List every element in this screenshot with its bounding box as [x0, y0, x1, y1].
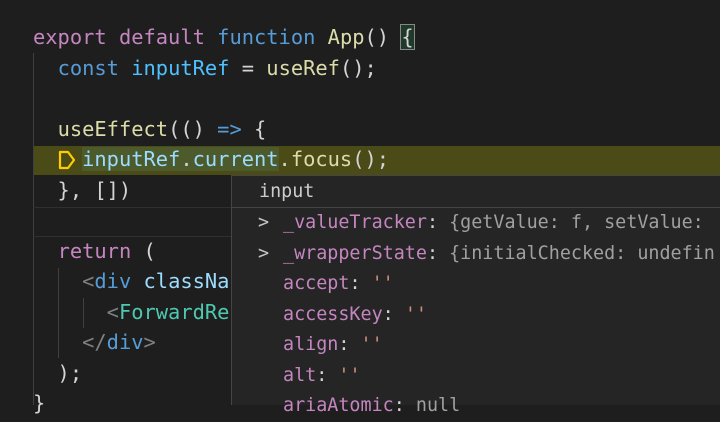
code-token: return	[57, 238, 132, 263]
code-token: export	[33, 25, 107, 49]
separator: :	[382, 303, 405, 325]
property-key: accept	[283, 273, 350, 294]
code-token: ();	[339, 55, 377, 80]
breakpoint-arrow-icon	[58, 150, 76, 170]
code-token: inputRef	[82, 147, 181, 171]
property-value: {getValue: f, setValue:	[449, 212, 715, 233]
property-key: _wrapperState	[283, 242, 427, 264]
separator: :	[349, 273, 372, 294]
code-token: App	[327, 25, 365, 49]
code-token: <	[82, 269, 95, 293]
code-token: (()	[168, 116, 218, 141]
code-token: </	[82, 330, 107, 354]
code-token: const	[57, 55, 119, 80]
code-line[interactable]: inputRef.current.focus();	[33, 144, 389, 174]
code-token: ();	[352, 147, 390, 171]
code-token: ()	[364, 25, 402, 49]
code-token: {	[241, 116, 267, 141]
property-value: ''	[371, 273, 394, 294]
hover-property-row: accept: ''	[232, 269, 720, 300]
code-token: .	[278, 147, 291, 171]
code-line[interactable]: </div>	[33, 327, 156, 357]
hover-title: input	[232, 176, 720, 208]
code-token: .	[180, 147, 193, 171]
hover-property-row: accessKey: ''	[232, 300, 720, 331]
property-value: ''	[404, 303, 427, 325]
code-token: }	[33, 391, 46, 415]
code-line[interactable]: export default function App() {	[33, 22, 415, 52]
separator: :	[393, 395, 416, 416]
separator: :	[426, 212, 450, 233]
code-token: }, [])	[33, 177, 132, 202]
property-key: align	[283, 334, 339, 355]
code-line[interactable]: useEffect(() => {	[33, 114, 267, 144]
chevron-right-icon[interactable]: >	[258, 208, 269, 239]
property-value: ''	[338, 364, 361, 386]
code-token: default	[118, 25, 205, 49]
hover-property-row: alt: ''	[232, 361, 720, 392]
code-token: div	[94, 269, 132, 293]
separator: :	[338, 334, 361, 355]
code-token: useRef	[266, 55, 340, 80]
debug-hover-widget[interactable]: input > _valueTracker: {getValue: f, setV…	[231, 175, 720, 416]
hover-property-row: ariaAtomic: null	[232, 391, 720, 422]
separator: :	[426, 242, 450, 264]
code-line[interactable]: return (	[33, 236, 156, 266]
code-token: current	[192, 147, 279, 171]
code-token: >	[143, 330, 156, 354]
code-token: (	[131, 238, 156, 263]
code-token: {	[400, 24, 415, 50]
chevron-right-icon[interactable]: >	[258, 239, 269, 270]
code-token: =	[229, 55, 267, 80]
code-token: );	[33, 360, 83, 385]
hover-property-row[interactable]: > _valueTracker: {getValue: f, setValue:	[232, 208, 720, 239]
code-token: =>	[217, 116, 242, 141]
code-token: <	[106, 299, 119, 324]
code-token: function	[217, 25, 316, 49]
code-line[interactable]: }	[33, 388, 45, 418]
code-line[interactable]: <ForwardRe	[33, 297, 230, 327]
code-token: inputRef	[131, 55, 230, 80]
hover-property-row[interactable]: > _wrapperState: {initialChecked: undefin	[232, 239, 720, 270]
code-line[interactable]: );	[33, 358, 83, 388]
code-token: ForwardRe	[118, 299, 230, 324]
hover-property-row: align: ''	[232, 330, 720, 361]
property-value: {initialChecked: undefin	[449, 242, 715, 264]
code-line[interactable]: <div classNa	[33, 266, 229, 296]
property-key: ariaAtomic	[283, 395, 394, 416]
code-line[interactable]: const inputRef = useRef();	[33, 53, 377, 83]
code-token: focus	[290, 147, 353, 171]
property-key: _valueTracker	[283, 212, 427, 233]
separator: :	[316, 364, 339, 386]
code-token: useEffect	[57, 116, 169, 141]
code-line[interactable]: }, [])	[33, 175, 132, 205]
property-value: null	[415, 395, 461, 416]
property-key: alt	[283, 364, 317, 386]
property-key: accessKey	[283, 303, 383, 325]
divider	[33, 207, 231, 208]
property-value: ''	[360, 334, 383, 355]
code-token: div	[106, 330, 144, 354]
code-token: classNa	[143, 269, 230, 293]
